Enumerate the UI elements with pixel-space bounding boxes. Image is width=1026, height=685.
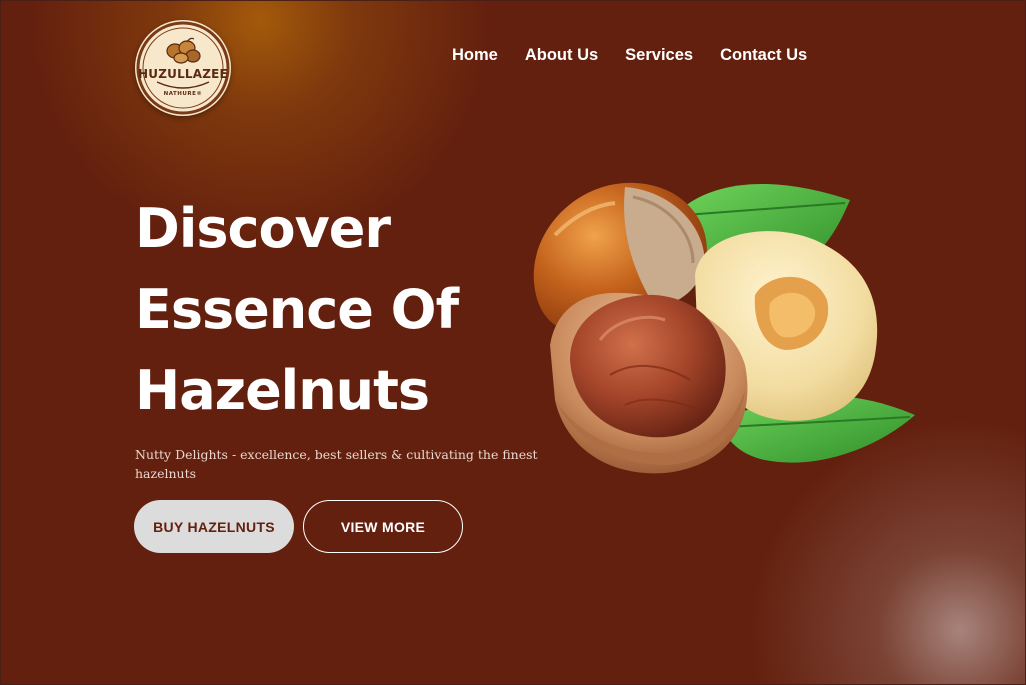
nav-item-about-us[interactable]: About Us <box>525 46 598 65</box>
nav-item-home[interactable]: Home <box>452 46 498 65</box>
main-nav: Home About Us Services Contact Us <box>452 46 807 65</box>
hero-title-line-3: Hazelnuts <box>135 359 430 422</box>
nav-item-contact-us[interactable]: Contact Us <box>720 46 807 65</box>
buy-hazelnuts-button[interactable]: BUY HAZELNUTS <box>134 500 294 553</box>
hero-tagline: Nutty Delights - excellence, best seller… <box>135 446 538 481</box>
hazelnuts-hero-image <box>533 182 915 474</box>
hero-title-line-2: Essence Of <box>135 278 459 341</box>
brand-logo[interactable]: HUZULLAZEE NATHURE® <box>135 20 231 116</box>
view-more-button[interactable]: VIEW MORE <box>303 500 463 553</box>
hero-title: Discover Essence Of Hazelnuts <box>135 188 515 431</box>
brand-name: HUZULLAZEE <box>138 67 228 81</box>
hero-title-line-1: Discover <box>135 197 391 260</box>
landing-page: HUZULLAZEE NATHURE® Home About Us Servic… <box>0 0 1026 685</box>
nav-item-services[interactable]: Services <box>625 46 693 65</box>
brand-subtitle: NATHURE® <box>163 91 203 97</box>
